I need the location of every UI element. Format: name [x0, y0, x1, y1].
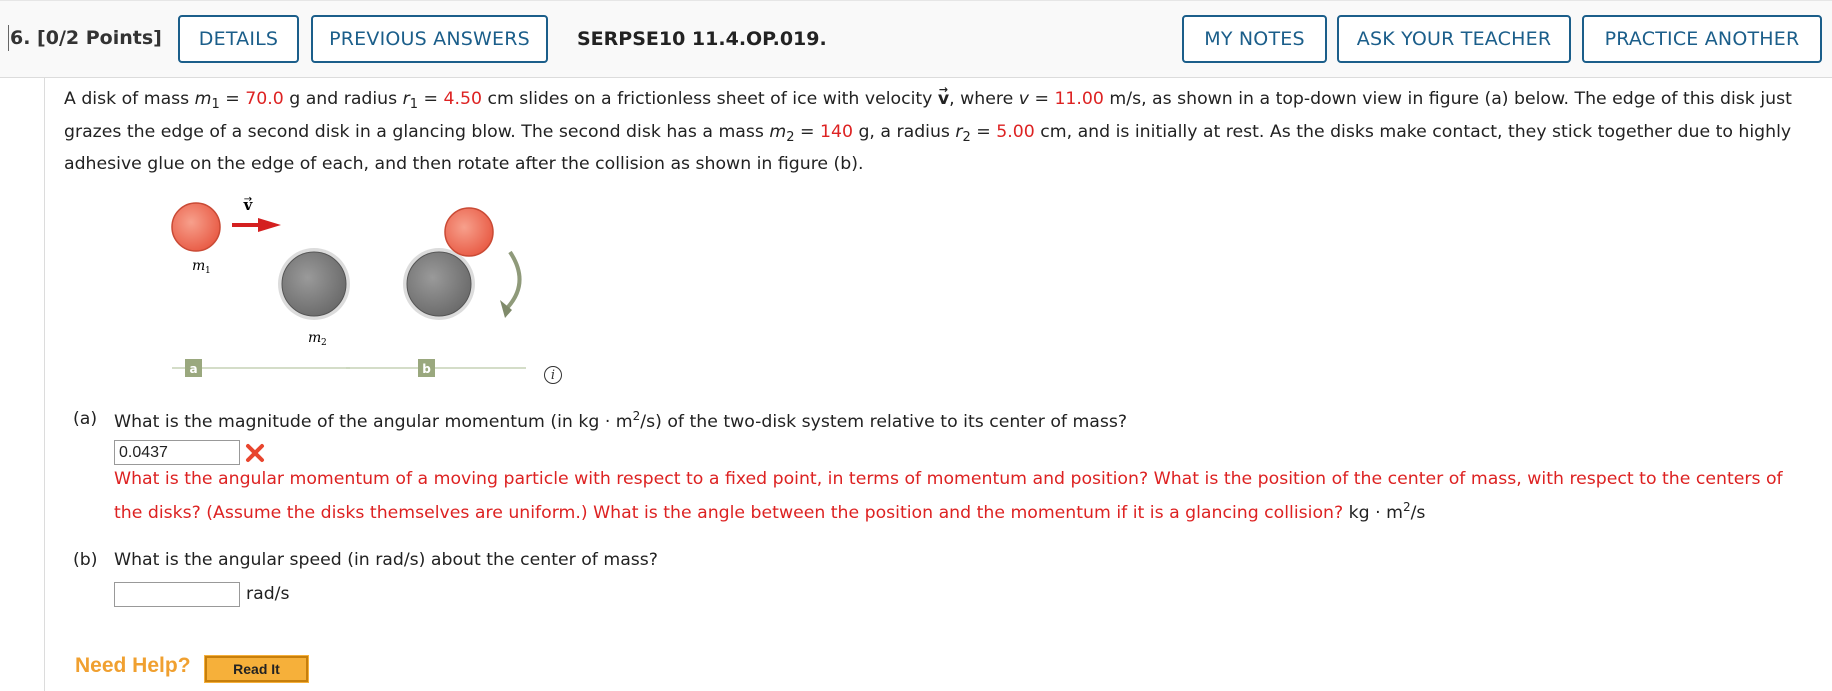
- m1-label: m: [192, 258, 205, 274]
- m2-value: 140: [819, 121, 853, 142]
- panel-a-label: a: [189, 362, 197, 376]
- info-icon[interactable]: i: [544, 366, 562, 384]
- practice-another-button[interactable]: PRACTICE ANOTHER: [1582, 15, 1822, 63]
- m1-label-sub: 1: [205, 266, 211, 276]
- x-mark-icon: [246, 444, 264, 462]
- part-b-question: What is the angular speed (in rad/s) abo…: [114, 550, 658, 570]
- ask-your-teacher-button[interactable]: ASK YOUR TEACHER: [1337, 15, 1571, 63]
- part-a-unit: kg · m2/s: [1343, 500, 1426, 523]
- previous-answers-button[interactable]: PREVIOUS ANSWERS: [311, 15, 548, 63]
- rotation-arrow: [500, 250, 522, 318]
- m2-label-sub: 2: [321, 338, 327, 348]
- problem-statement: A disk of mass m1 = 70.0 g and radius r1…: [64, 83, 1792, 174]
- disk-m2: [281, 251, 347, 317]
- disk-m1: [171, 202, 221, 252]
- header-left-border: [8, 25, 9, 51]
- question-number: 6. [0/2 Points]: [10, 27, 162, 49]
- m1-value: 70.0: [245, 89, 284, 109]
- r1-value: 4.50: [443, 89, 482, 109]
- disk-m1-b: [444, 207, 494, 257]
- part-a-question: What is the magnitude of the angular mom…: [114, 409, 1128, 432]
- collision-figure: v → m 1 m 2 a b: [171, 194, 526, 377]
- part-b-answer-input[interactable]: [114, 582, 240, 607]
- question-id: SERPSE10 11.4.OP.019.: [577, 28, 827, 50]
- details-button[interactable]: DETAILS: [178, 15, 299, 63]
- part-a-feedback: What is the angular momentum of a moving…: [114, 469, 1783, 523]
- content-left-border: [44, 77, 45, 691]
- part-b-unit: rad/s: [246, 584, 290, 604]
- velocity-label-arrow: →: [244, 194, 252, 205]
- part-a-label: (a): [73, 409, 98, 429]
- r2-value: 5.00: [996, 121, 1035, 142]
- velocity-arrow: [232, 218, 281, 232]
- my-notes-button[interactable]: MY NOTES: [1182, 15, 1327, 63]
- m2-label: m: [308, 330, 321, 346]
- v-value: 11.00: [1054, 89, 1104, 109]
- disk-m2-b: [406, 251, 472, 317]
- need-help-label: Need Help?: [75, 654, 191, 677]
- part-a-answer-input[interactable]: 0.0437: [114, 440, 240, 465]
- part-b-label: (b): [73, 550, 98, 570]
- read-it-button[interactable]: Read It: [204, 655, 309, 683]
- question-header: 6. [0/2 Points] DETAILS PREVIOUS ANSWERS…: [0, 0, 1832, 78]
- panel-b-label: b: [422, 362, 431, 376]
